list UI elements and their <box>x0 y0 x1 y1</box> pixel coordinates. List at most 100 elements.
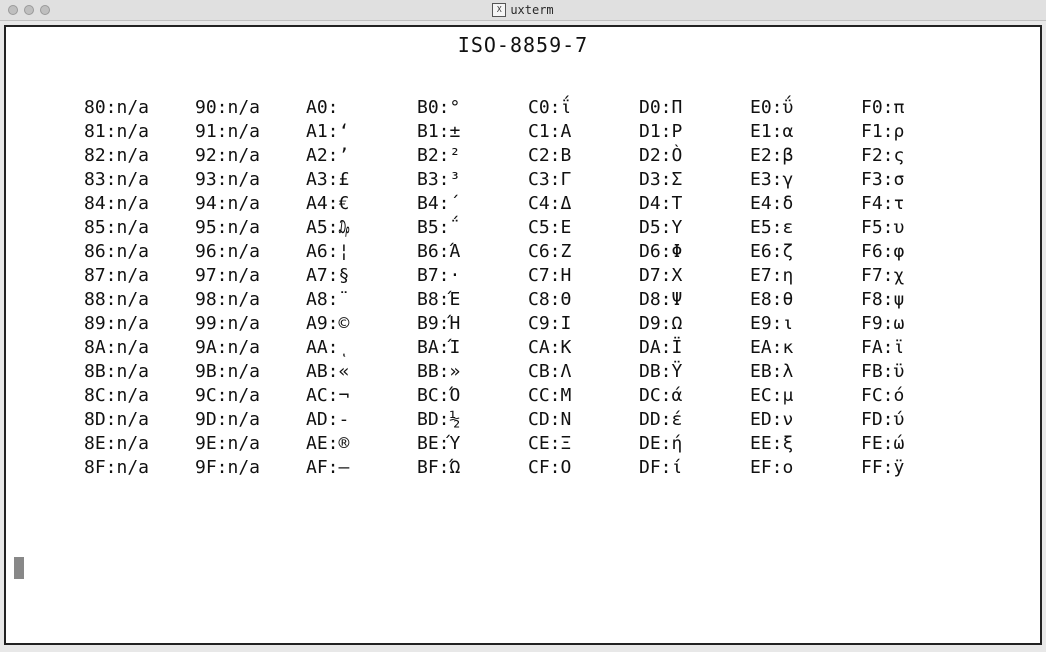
char-cell: AD:- <box>306 409 417 430</box>
char-cell: D9:Ω <box>639 313 750 334</box>
char-cell: C9:Ι <box>528 313 639 334</box>
char-cell: D6:Φ <box>639 241 750 262</box>
char-column: D0:ΠD1:ΡD2:ÒD3:ΣD4:ΤD5:ΥD6:ΦD7:ΧD8:ΨD9:Ω… <box>639 97 750 478</box>
char-cell: DB:Ϋ <box>639 361 750 382</box>
char-cell: BC:Ό <box>417 385 528 406</box>
char-cell: 96:n/a <box>195 241 306 262</box>
terminal-cursor <box>14 557 24 579</box>
char-cell: F5:υ <box>861 217 972 238</box>
char-cell: A8:¨ <box>306 289 417 310</box>
char-cell: CE:Ξ <box>528 433 639 454</box>
char-column: 90:n/a91:n/a92:n/a93:n/a94:n/a95:n/a96:n… <box>195 97 306 478</box>
char-cell: AF:― <box>306 457 417 478</box>
char-cell: E9:ι <box>750 313 861 334</box>
char-cell: 86:n/a <box>84 241 195 262</box>
char-cell: D8:Ψ <box>639 289 750 310</box>
char-cell: A3:£ <box>306 169 417 190</box>
char-cell: FE:ώ <box>861 433 972 454</box>
char-cell: BF:Ώ <box>417 457 528 478</box>
char-cell: 8F:n/a <box>84 457 195 478</box>
char-cell: 9F:n/a <box>195 457 306 478</box>
char-cell: 85:n/a <box>84 217 195 238</box>
char-cell: FF:ÿ <box>861 457 972 478</box>
char-cell: 88:n/a <box>84 289 195 310</box>
char-cell: EC:μ <box>750 385 861 406</box>
char-cell: C3:Γ <box>528 169 639 190</box>
char-cell: BA:Ί <box>417 337 528 358</box>
char-cell: 94:n/a <box>195 193 306 214</box>
char-cell: B6:Ά <box>417 241 528 262</box>
char-cell: B9:Ή <box>417 313 528 334</box>
char-cell: B4:΄ <box>417 193 528 214</box>
char-cell: D3:Σ <box>639 169 750 190</box>
char-cell: FD:ύ <box>861 409 972 430</box>
char-cell: C6:Ζ <box>528 241 639 262</box>
minimize-icon[interactable] <box>24 5 34 15</box>
char-cell: CD:Ν <box>528 409 639 430</box>
char-cell: 91:n/a <box>195 121 306 142</box>
char-cell: 92:n/a <box>195 145 306 166</box>
char-cell: C5:Ε <box>528 217 639 238</box>
char-cell: F0:π <box>861 97 972 118</box>
char-column: C0:ΐC1:ΑC2:ΒC3:ΓC4:ΔC5:ΕC6:ΖC7:ΗC8:ΘC9:Ι… <box>528 97 639 478</box>
char-cell: E7:η <box>750 265 861 286</box>
terminal-viewport[interactable]: ISO-8859-7 80:n/a 81:n/a 82:n/a 83:n/a 84:n/… <box>4 25 1042 645</box>
char-cell: EA:κ <box>750 337 861 358</box>
char-cell: F9:ω <box>861 313 972 334</box>
char-cell: B0:° <box>417 97 528 118</box>
char-column: E0:ΰE1:αE2:βE3:γE4:δE5:εE6:ζE7:ηE8:θE9:ι… <box>750 97 861 478</box>
char-cell: B8:Έ <box>417 289 528 310</box>
char-cell: 84:n/a <box>84 193 195 214</box>
char-cell: 89:n/a <box>84 313 195 334</box>
char-column: A0: A1:‘A2:’A3:£A4:€A5:₯A6:¦A7:§A8:¨A9:©… <box>306 97 417 478</box>
character-table: 80:n/a 81:n/a 82:n/a 83:n/a 84:n/a 85:n/a 86:n… <box>14 97 1032 478</box>
close-icon[interactable] <box>8 5 18 15</box>
char-cell: DF:ί <box>639 457 750 478</box>
char-cell: B5:΅ <box>417 217 528 238</box>
zoom-icon[interactable] <box>40 5 50 15</box>
char-cell: 83:n/a <box>84 169 195 190</box>
char-cell: 81:n/a <box>84 121 195 142</box>
char-cell: 87:n/a <box>84 265 195 286</box>
window-title: X uxterm <box>0 3 1046 17</box>
char-cell: A7:§ <box>306 265 417 286</box>
char-cell: 9A:n/a <box>195 337 306 358</box>
char-cell: D2:Ò <box>639 145 750 166</box>
char-cell: AE:® <box>306 433 417 454</box>
char-cell: F4:τ <box>861 193 972 214</box>
char-cell: 80:n/a <box>84 97 195 118</box>
char-cell: 9E:n/a <box>195 433 306 454</box>
char-cell: F3:σ <box>861 169 972 190</box>
char-cell: B7:· <box>417 265 528 286</box>
char-cell: DD:έ <box>639 409 750 430</box>
char-cell: C7:Η <box>528 265 639 286</box>
char-cell: D7:Χ <box>639 265 750 286</box>
window-titlebar[interactable]: X uxterm <box>0 0 1046 21</box>
char-cell: C0:ΐ <box>528 97 639 118</box>
char-cell: BB:» <box>417 361 528 382</box>
char-cell: 82:n/a <box>84 145 195 166</box>
char-column: 80:n/a 81:n/a 82:n/a 83:n/a 84:n/a 85:n/a 86:n… <box>84 97 195 478</box>
char-cell: EE:ξ <box>750 433 861 454</box>
char-cell: E3:γ <box>750 169 861 190</box>
char-cell: CA:Κ <box>528 337 639 358</box>
char-cell: F6:φ <box>861 241 972 262</box>
char-cell: 8A:n/a <box>84 337 195 358</box>
char-cell: FA:ϊ <box>861 337 972 358</box>
char-cell: A0: <box>306 97 417 118</box>
char-cell: 90:n/a <box>195 97 306 118</box>
char-cell: E2:β <box>750 145 861 166</box>
char-cell: D4:Τ <box>639 193 750 214</box>
char-cell: 95:n/a <box>195 217 306 238</box>
char-cell: 98:n/a <box>195 289 306 310</box>
terminal-window: X uxterm ISO-8859-7 80:n/a 81:n/a 82:n/a 83… <box>0 0 1046 652</box>
char-cell: B2:² <box>417 145 528 166</box>
char-cell: 8C:n/a <box>84 385 195 406</box>
char-cell: B1:± <box>417 121 528 142</box>
char-cell: E6:ζ <box>750 241 861 262</box>
encoding-title: ISO-8859-7 <box>14 33 1032 57</box>
char-cell: FC:ό <box>861 385 972 406</box>
char-cell: A2:’ <box>306 145 417 166</box>
char-cell: E5:ε <box>750 217 861 238</box>
char-cell: CF:Ο <box>528 457 639 478</box>
